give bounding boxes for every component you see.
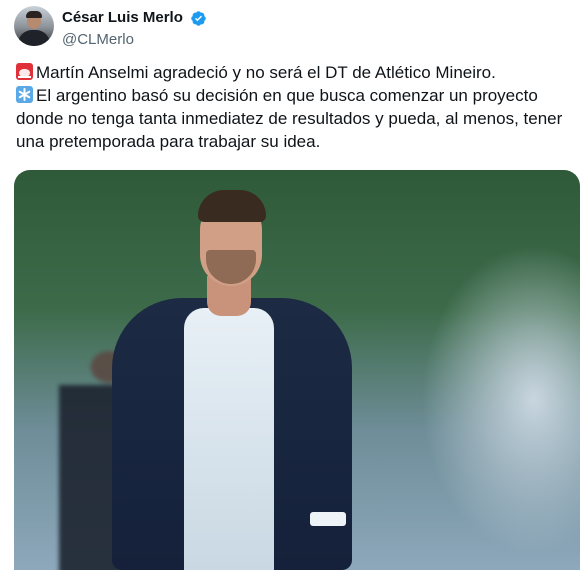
rotating-light-icon (16, 63, 33, 80)
verified-badge-icon (191, 10, 207, 26)
tweet-photo[interactable] (14, 170, 580, 570)
tweet-card[interactable]: César Luis Merlo @CLMerlo Martín Anselmi… (0, 0, 588, 570)
coach-figure (102, 188, 362, 570)
tweet-line-1: Martín Anselmi agradeció y no será el DT… (16, 61, 576, 84)
tweet-text: Martín Anselmi agradeció y no será el DT… (16, 61, 576, 153)
author-names: César Luis Merlo @CLMerlo (62, 8, 207, 50)
tweet-line-3: donde no tenga tanta inmediatez de resul… (16, 109, 563, 128)
author-handle[interactable]: @CLMerlo (62, 30, 207, 50)
author-display-name[interactable]: César Luis Merlo (62, 8, 183, 28)
asterisk-icon (16, 86, 33, 103)
tweet-line-1-text: Martín Anselmi agradeció y no será el DT… (36, 63, 496, 82)
tweet-line-2: El argentino basó su decisión en que bus… (16, 84, 576, 107)
avatar[interactable] (14, 6, 54, 46)
tweet-line-4: una pretemporada para trabajar su idea. (16, 132, 321, 151)
tweet-line-2-text: El argentino basó su decisión en que bus… (36, 86, 538, 105)
tweet-header: César Luis Merlo @CLMerlo (14, 6, 574, 50)
